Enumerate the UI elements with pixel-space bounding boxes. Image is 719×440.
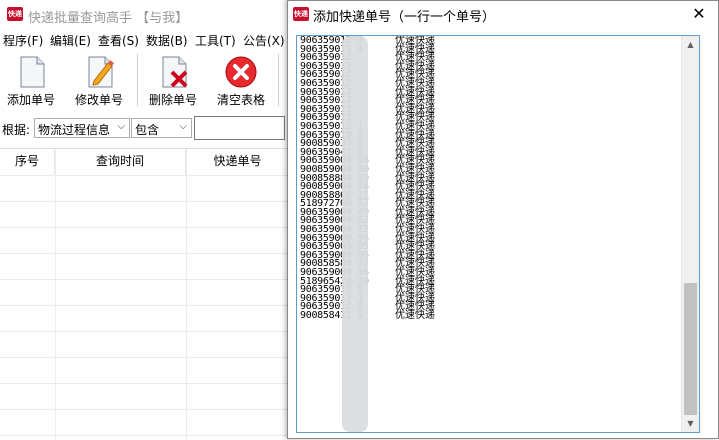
- clear-table-button[interactable]: 清空表格: [210, 52, 272, 110]
- grid-line: [186, 149, 187, 440]
- filter-label: 根据:: [2, 123, 31, 137]
- grid-line: [0, 435, 290, 436]
- toolbar-separator: [137, 54, 138, 106]
- grid-line: [0, 409, 290, 410]
- filter-field-select[interactable]: 物流过程信息 ⌵: [34, 118, 130, 138]
- menu-program[interactable]: 程序(F): [3, 32, 43, 49]
- toolbar-separator: [278, 54, 279, 106]
- column-header-query-time[interactable]: 查询时间: [55, 149, 186, 175]
- dialog-titlebar: 快递 添加快递单号（一行一个单号） ✕: [288, 1, 718, 29]
- results-table: 序号 查询时间 快递单号: [0, 148, 290, 440]
- grid-line: [55, 149, 56, 440]
- toolbar: 添加单号 修改单号 删除单号 清空表格: [0, 50, 290, 112]
- clear-x-circle-icon: [225, 56, 257, 88]
- grid-line: [0, 357, 290, 358]
- redaction-bar: [342, 36, 368, 432]
- edit-number-label: 修改单号: [74, 93, 123, 107]
- menu-notice[interactable]: 公告(X): [243, 32, 285, 49]
- main-titlebar: 快递 快递批量查询高手 【与我】: [0, 0, 290, 30]
- clear-table-label: 清空表格: [216, 93, 265, 107]
- dialog-title: 添加快递单号（一行一个单号）: [313, 10, 496, 25]
- menu-bar: 程序(F) 编辑(E) 查看(S) 数据(B) 工具(T) 公告(X): [0, 30, 290, 50]
- menu-tools[interactable]: 工具(T): [195, 32, 236, 49]
- courier-name: 优速快递: [395, 310, 435, 321]
- filter-op-value: 包含: [135, 123, 160, 137]
- scrollbar-thumb[interactable]: [684, 283, 697, 415]
- grid-line: [0, 383, 290, 384]
- grid-line: [0, 175, 290, 176]
- menu-data[interactable]: 数据(B): [146, 32, 188, 49]
- grid-line: [0, 227, 290, 228]
- menu-view[interactable]: 查看(S): [98, 32, 139, 49]
- scroll-down-icon[interactable]: ▼: [682, 415, 699, 432]
- filter-field-value: 物流过程信息: [38, 123, 111, 137]
- delete-number-label: 删除单号: [148, 93, 197, 107]
- tracking-numbers-textarea[interactable]: 906359012 3 优速快递 906359012 4 优速快递 906359012 优…: [296, 35, 700, 433]
- edit-document-icon: [88, 56, 114, 88]
- column-header-tracking-number[interactable]: 快递单号: [186, 149, 290, 175]
- app-logo-icon: 快递: [293, 7, 309, 21]
- add-number-label: 添加单号: [6, 93, 55, 107]
- new-document-icon: [20, 56, 45, 88]
- grid-line: [0, 201, 290, 202]
- grid-line: [0, 305, 290, 306]
- filter-op-select[interactable]: 包含 ⌵: [131, 118, 192, 138]
- delete-number-button[interactable]: 删除单号: [142, 52, 204, 110]
- filter-value-input[interactable]: [194, 116, 285, 140]
- main-window-title: 快递批量查询高手 【与我】: [28, 11, 189, 26]
- close-button[interactable]: ✕: [686, 3, 712, 25]
- chevron-down-icon: ⌵: [117, 121, 125, 132]
- delete-document-icon: [162, 56, 188, 88]
- column-header-index[interactable]: 序号: [0, 149, 55, 175]
- menu-edit[interactable]: 编辑(E): [50, 32, 91, 49]
- grid-line: [0, 331, 290, 332]
- add-number-button[interactable]: 添加单号: [0, 52, 62, 110]
- add-tracking-dialog: 快递 添加快递单号（一行一个单号） ✕ 906359012 3 优速快递 90635…: [287, 0, 719, 439]
- chevron-down-icon: ⌵: [179, 121, 187, 132]
- vertical-scrollbar[interactable]: ▲ ▼: [681, 36, 699, 432]
- grid-line: [0, 279, 290, 280]
- main-window: 快递 快递批量查询高手 【与我】 程序(F) 编辑(E) 查看(S) 数据(B)…: [0, 0, 290, 440]
- app-logo-icon: 快递: [7, 7, 23, 21]
- grid-line: [0, 253, 290, 254]
- edit-number-button[interactable]: 修改单号: [68, 52, 130, 110]
- scroll-up-icon[interactable]: ▲: [682, 36, 699, 53]
